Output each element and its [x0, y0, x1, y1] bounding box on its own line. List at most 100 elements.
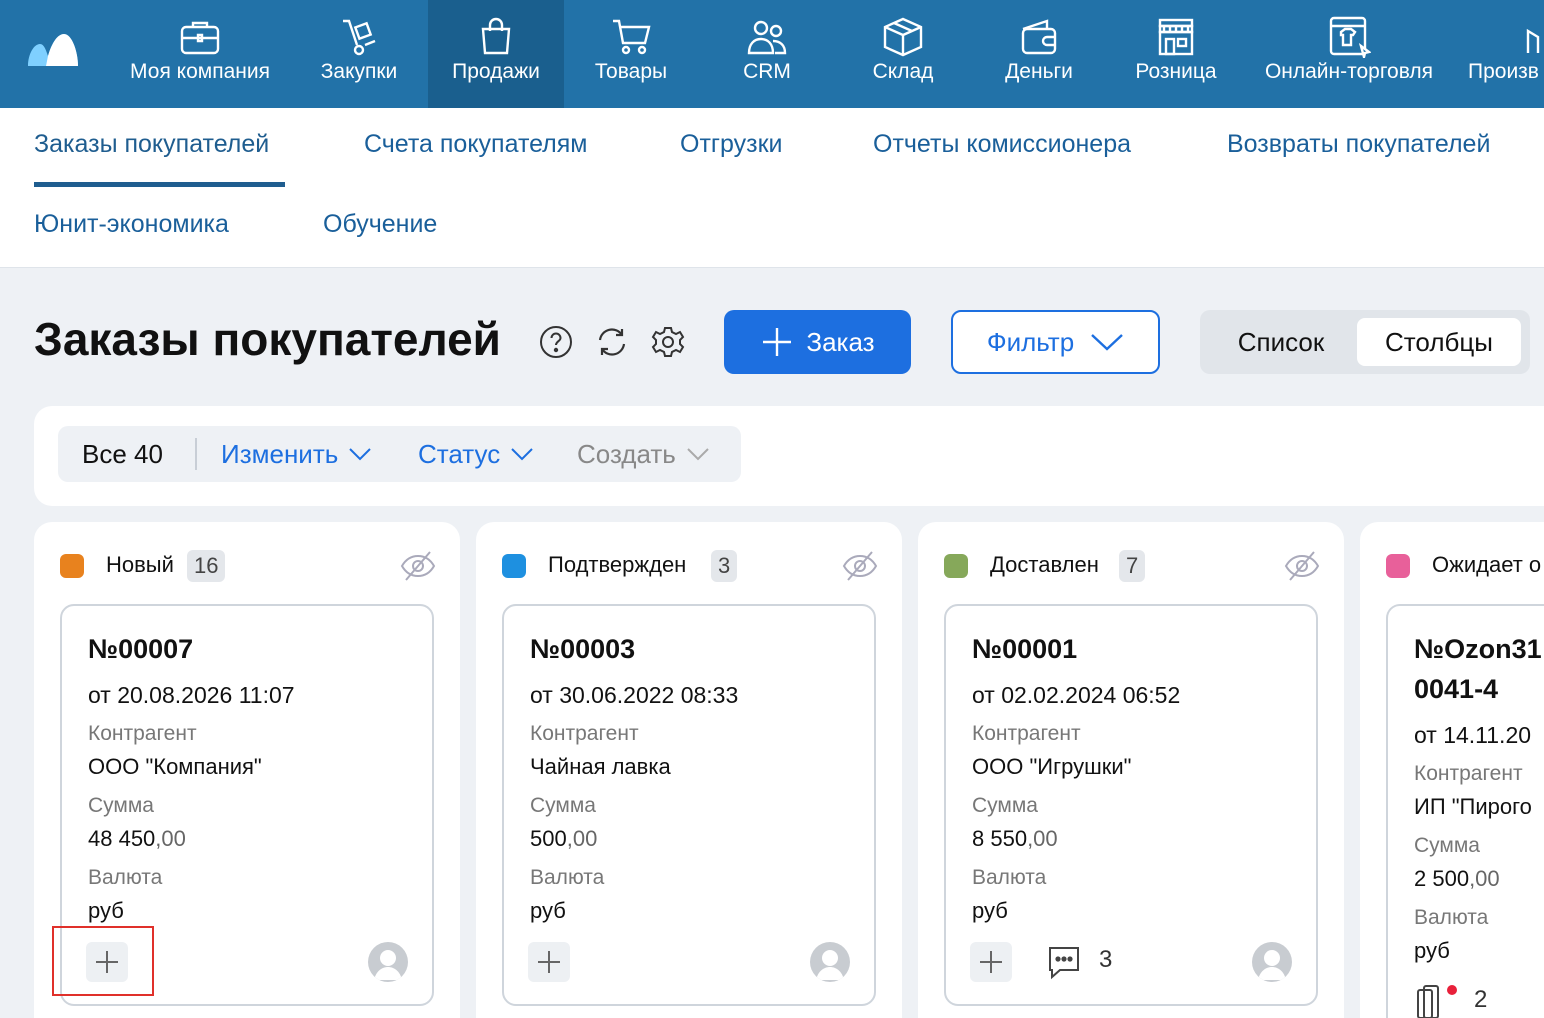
status-label: Статус [418, 438, 501, 469]
order-date: от 02.02.2024 06:52 [972, 682, 1181, 708]
counterparty-value: ИП "Пирого [1414, 794, 1532, 819]
nav-item-sales[interactable]: Продажи [428, 0, 564, 108]
edit-dropdown[interactable]: Изменить [221, 426, 372, 482]
nav-item-company[interactable]: Моя компания [112, 0, 288, 108]
status-color-dot [1386, 554, 1410, 578]
status-column-awaiting: Ожидает о №Ozon31 0041-4 от 14.11.20 Кон… [1360, 522, 1544, 1018]
refresh-icon[interactable] [594, 324, 630, 360]
add-tag-button[interactable] [970, 942, 1012, 982]
order-card[interactable]: №00003 от 30.06.2022 08:33 Контрагент Ча… [502, 604, 876, 1006]
sum-value: 48 450,00 [88, 826, 186, 852]
nav-label: Розница [1135, 60, 1217, 83]
order-card[interactable]: №00001 от 02.02.2024 06:52 Контрагент ОО… [944, 604, 1318, 1006]
nav-label: CRM [743, 60, 791, 83]
column-count-badge: 3 [711, 550, 738, 582]
sum-value: 8 550,00 [972, 826, 1058, 852]
chevron-down-icon [511, 448, 533, 461]
all-count-label[interactable]: Все 40 [82, 426, 163, 482]
avatar[interactable] [368, 942, 408, 982]
currency-value: руб [972, 898, 1008, 923]
app-logo[interactable] [24, 30, 80, 70]
column-header: Новый 16 [34, 548, 460, 584]
tab-shipments[interactable]: Отгрузки [680, 130, 783, 159]
attachment-icon[interactable] [1416, 984, 1458, 1018]
sum-decimal: ,00 [1027, 826, 1058, 851]
comments-icon[interactable] [1046, 944, 1082, 980]
filter-button[interactable]: Фильтр [951, 310, 1160, 374]
column-header: Подтвержден 3 [476, 548, 902, 584]
people-icon [745, 16, 789, 58]
sum-decimal: ,00 [1469, 866, 1500, 891]
nav-item-money[interactable]: Деньги [988, 0, 1090, 108]
sum-decimal: ,00 [566, 826, 598, 851]
nav-item-goods[interactable]: Товары [574, 0, 688, 108]
nav-item-online-trade[interactable]: Онлайн-торговля [1254, 0, 1444, 108]
chevron-down-icon [687, 448, 709, 461]
tab-customer-returns[interactable]: Возвраты покупателей [1227, 130, 1490, 159]
avatar[interactable] [1252, 942, 1292, 982]
order-card[interactable]: №Ozon31 0041-4 от 14.11.20 Контрагент ИП… [1386, 604, 1544, 1018]
status-column-confirmed: Подтвержден 3 №00003 от 30.06.2022 08:33… [476, 522, 902, 1018]
nav-item-crm[interactable]: CRM [718, 0, 816, 108]
sum-value: 2 500,00 [1414, 866, 1500, 892]
sum-integer: 48 450 [88, 826, 156, 851]
bulk-toolbar: Все 40 Изменить Статус Создать [58, 426, 741, 482]
nav-item-retail[interactable]: Розница [1120, 0, 1232, 108]
settings-gear-icon[interactable] [650, 324, 686, 360]
briefcase-icon [178, 16, 222, 58]
avatar[interactable] [810, 942, 850, 982]
chevron-down-icon [1091, 334, 1123, 351]
view-columns-option[interactable]: Столбцы [1357, 318, 1521, 366]
view-list-option[interactable]: Список [1214, 318, 1348, 366]
nav-item-purchases[interactable]: Закупки [300, 0, 418, 108]
hide-column-eye-icon[interactable] [400, 550, 436, 582]
status-column-delivered: Доставлен 7 №00001 от 02.02.2024 06:52 К… [918, 522, 1344, 1018]
add-order-button[interactable]: Заказ [724, 310, 911, 374]
add-tag-button[interactable] [528, 942, 570, 982]
tab-unit-economics[interactable]: Юнит-экономика [34, 210, 229, 239]
sum-label: Сумма [88, 794, 154, 817]
order-number-line1[interactable]: №Ozon31 [1414, 634, 1542, 665]
counterparty-value: ООО "Игрушки" [972, 754, 1132, 779]
chevron-down-icon [349, 448, 371, 461]
order-number[interactable]: №00007 [88, 634, 193, 665]
help-icon[interactable] [538, 324, 574, 360]
column-title: Доставлен [990, 552, 1099, 577]
shopping-bag-icon [474, 16, 518, 58]
online-store-icon [1327, 16, 1371, 58]
column-count-badge: 16 [187, 550, 226, 582]
nav-item-production[interactable]: Произв [1468, 0, 1544, 108]
tab-commission-reports[interactable]: Отчеты комиссионера [873, 130, 1131, 159]
attachments-count: 2 [1474, 986, 1488, 1013]
column-header: Доставлен 7 [918, 548, 1344, 584]
sum-integer: 8 550 [972, 826, 1028, 851]
order-number[interactable]: №00003 [530, 634, 635, 665]
highlight-box [52, 926, 154, 996]
hide-column-eye-icon[interactable] [842, 550, 878, 582]
status-dropdown[interactable]: Статус [418, 426, 534, 482]
sum-label: Сумма [1414, 834, 1480, 857]
plus-icon [980, 951, 1002, 973]
page-title: Заказы покупателей [34, 313, 501, 365]
tab-customer-invoices[interactable]: Счета покупателям [364, 130, 588, 159]
column-header: Ожидает о [1360, 548, 1544, 584]
column-title: Новый [106, 552, 174, 577]
status-color-dot [60, 554, 84, 578]
order-number-line2[interactable]: 0041-4 [1414, 674, 1498, 705]
create-dropdown[interactable]: Создать [577, 426, 710, 482]
store-icon [1154, 16, 1198, 58]
nav-label: Продажи [452, 60, 540, 83]
tab-customer-orders[interactable]: Заказы покупателей [34, 130, 269, 159]
divider [195, 438, 197, 470]
status-color-dot [502, 554, 526, 578]
currency-label: Валюта [972, 866, 1047, 889]
counterparty-label: Контрагент [972, 722, 1081, 745]
nav-item-warehouse[interactable]: Склад [854, 0, 952, 108]
counterparty-value: Чайная лавка [530, 754, 671, 779]
tab-training[interactable]: Обучение [323, 210, 437, 239]
add-order-label: Заказ [806, 326, 875, 357]
column-title: Ожидает о [1432, 552, 1542, 577]
order-number[interactable]: №00001 [972, 634, 1077, 665]
hide-column-eye-icon[interactable] [1284, 550, 1320, 582]
nav-label: Склад [872, 60, 934, 83]
